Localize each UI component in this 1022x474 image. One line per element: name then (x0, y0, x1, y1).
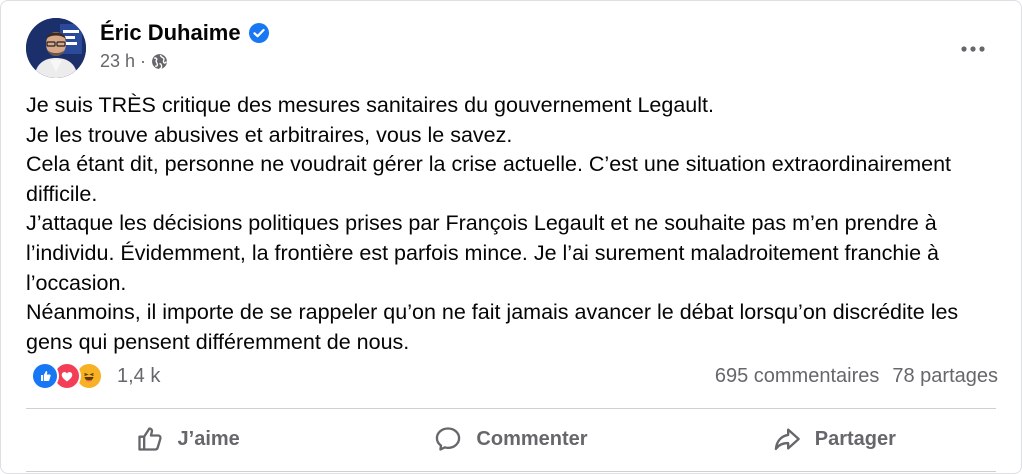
author-name[interactable]: Éric Duhaime (100, 20, 241, 46)
comments-count[interactable]: 695 commentaires (715, 365, 880, 388)
reactions-summary[interactable]: 1,4 k (31, 362, 160, 390)
author-photo (26, 18, 86, 78)
avatar[interactable] (26, 18, 86, 78)
like-button-label: J’aime (177, 427, 240, 450)
divider (26, 471, 996, 472)
comment-icon (436, 427, 461, 451)
post-paragraph: Cela étant dit, personne ne voudrait gér… (26, 152, 952, 206)
post-paragraph: Néanmoins, il importe de se rappeler qu’… (26, 300, 959, 354)
author-row: Éric Duhaime (100, 20, 269, 46)
share-button-label: Partager (814, 427, 896, 450)
divider (26, 408, 996, 409)
share-arrow-icon (774, 428, 800, 451)
globe-icon[interactable] (151, 53, 168, 70)
post-meta: 23 h · (100, 51, 168, 72)
shares-count[interactable]: 78 partages (892, 365, 998, 388)
post-paragraph: J’attaque les décisions politiques prise… (26, 211, 939, 295)
thumbs-up-icon (137, 427, 162, 451)
reactions-count: 1,4 k (117, 364, 161, 387)
verified-badge-icon (248, 23, 269, 43)
action-bar: J’aime Commenter Partager (26, 415, 996, 463)
post-stats: 1,4 k 695 commentaires 78 partages (31, 359, 998, 393)
like-button[interactable]: J’aime (26, 415, 349, 463)
comment-button[interactable]: Commenter (349, 415, 672, 463)
meta-separator: · (140, 51, 147, 71)
post-text: Je suis TRÈS critique des mesures sanita… (26, 91, 996, 357)
like-icon (31, 362, 59, 390)
share-button[interactable]: Partager (673, 415, 996, 463)
comment-button-label: Commenter (476, 427, 588, 450)
post-paragraph: Je suis TRÈS critique des mesures sanita… (26, 93, 714, 117)
more-options-button[interactable] (955, 31, 991, 67)
facebook-post: Éric Duhaime 23 h · Je suis TRÈS critiqu… (0, 0, 1022, 474)
post-timestamp[interactable]: 23 h (100, 51, 135, 72)
engagement-counts: 695 commentaires 78 partages (715, 365, 998, 388)
ellipsis-icon (961, 46, 985, 52)
post-paragraph: Je les trouve abusives et arbitraires, v… (26, 122, 513, 147)
